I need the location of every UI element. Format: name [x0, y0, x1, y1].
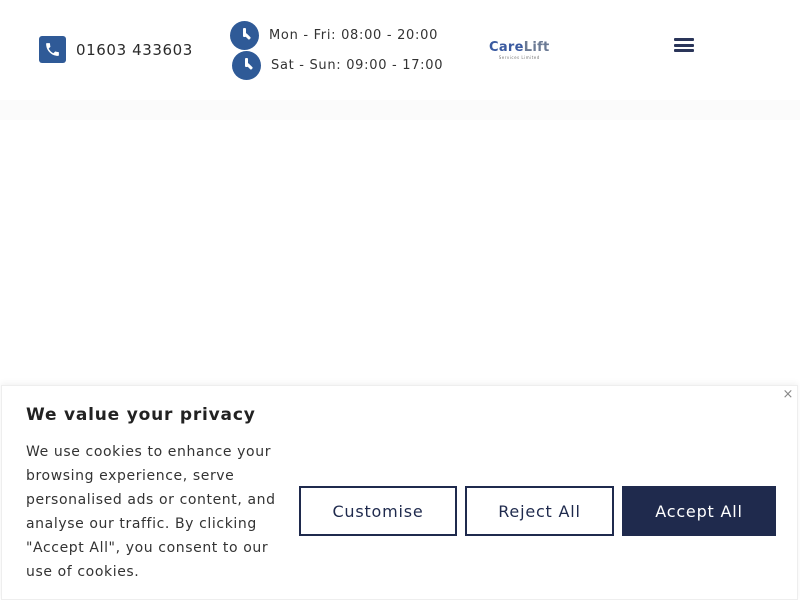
phone-number[interactable]: 01603 433603 — [76, 41, 193, 59]
logo-wordmark: CareLift — [489, 41, 550, 55]
menu-bar — [674, 43, 694, 47]
clock-icon — [230, 20, 259, 50]
phone-icon — [39, 36, 66, 63]
reject-all-button[interactable]: Reject All — [465, 486, 614, 536]
opening-hours: Mon - Fri: 08:00 - 20:00 Sat - Sun: 09:0… — [230, 20, 443, 80]
hamburger-menu-icon[interactable] — [674, 38, 694, 54]
header-divider-band — [0, 100, 800, 120]
customise-button[interactable]: Customise — [299, 486, 457, 536]
logo-care: Care — [489, 40, 524, 55]
cookie-consent-banner: We value your privacy We use cookies to … — [1, 385, 798, 600]
menu-bar — [674, 38, 694, 41]
cookie-title: We value your privacy — [26, 405, 256, 425]
close-icon[interactable]: × — [782, 388, 794, 401]
phone-contact[interactable]: 01603 433603 — [39, 36, 193, 63]
site-logo[interactable]: CareLift Services Limited — [489, 41, 550, 61]
cookie-description: We use cookies to enhance your browsing … — [26, 444, 276, 580]
logo-subtitle: Services Limited — [498, 55, 540, 60]
menu-bar — [674, 49, 694, 52]
hours-weekend-text: Sat - Sun: 09:00 - 17:00 — [271, 57, 444, 73]
hours-weekend: Sat - Sun: 09:00 - 17:00 — [232, 50, 443, 80]
logo-lift: Lift — [523, 40, 550, 55]
site-header: 01603 433603 Mon - Fri: 08:00 - 20:00 Sa… — [0, 0, 800, 100]
hours-weekday-text: Mon - Fri: 08:00 - 20:00 — [269, 27, 439, 43]
accept-all-button[interactable]: Accept All — [622, 486, 776, 536]
hours-weekday: Mon - Fri: 08:00 - 20:00 — [230, 20, 443, 50]
clock-icon — [232, 50, 261, 80]
